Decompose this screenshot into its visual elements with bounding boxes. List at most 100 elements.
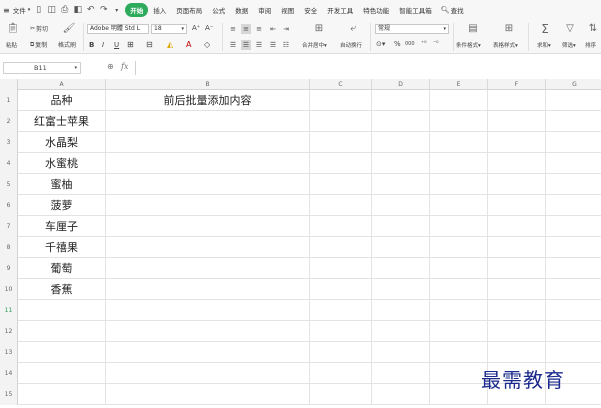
cell-g13[interactable]	[546, 342, 601, 363]
cell-g9[interactable]	[546, 258, 601, 279]
format-painter-icon[interactable]: 🖌︎	[62, 23, 76, 35]
percent-button[interactable]: %	[394, 40, 401, 48]
row-header[interactable]: 12	[0, 321, 18, 342]
cell-e5[interactable]	[430, 174, 488, 195]
border-icon[interactable]: ⊞	[127, 40, 134, 49]
cell-b6[interactable]	[106, 195, 310, 216]
align-middle-icon[interactable]: ≡	[241, 24, 251, 34]
align-top-icon[interactable]: ≡	[228, 24, 238, 34]
distributed-icon[interactable]: ☷	[281, 40, 291, 50]
print-icon[interactable]: ⎙	[58, 4, 71, 17]
thousands-button[interactable]: 000	[405, 41, 415, 47]
filter-button[interactable]: 筛选▾	[562, 41, 576, 49]
increase-indent-icon[interactable]: ⇥	[281, 24, 291, 34]
cell-a10[interactable]: 香蕉	[18, 279, 106, 300]
italic-button[interactable]: I	[102, 41, 104, 49]
cell-a14[interactable]	[18, 363, 106, 384]
currency-icon[interactable]: ⊙▾	[376, 40, 385, 48]
cell-c10[interactable]	[310, 279, 372, 300]
tab-0[interactable]: 开始	[125, 3, 149, 17]
row-header[interactable]: 14	[0, 363, 18, 384]
decrease-indent-icon[interactable]: ⇤	[268, 24, 278, 34]
cell-c4[interactable]	[310, 153, 372, 174]
cell-c13[interactable]	[310, 342, 372, 363]
cell-a1[interactable]: 品种	[18, 90, 106, 111]
font-color-icon[interactable]: A	[186, 40, 191, 49]
underline-button[interactable]: U	[114, 41, 119, 49]
row-header[interactable]: 8	[0, 237, 18, 258]
font-size-select[interactable]: 18 ▾	[151, 24, 187, 34]
search-box[interactable]: 🔍︎ 查找	[441, 5, 464, 15]
tab-7[interactable]: 安全	[299, 3, 322, 17]
cell-f8[interactable]	[488, 237, 546, 258]
merge-center-icon[interactable]: ⊞	[312, 23, 326, 35]
cell-d4[interactable]	[372, 153, 430, 174]
tab-1[interactable]: 插入	[148, 3, 171, 17]
bold-button[interactable]: B	[89, 41, 94, 49]
cell-e2[interactable]	[430, 111, 488, 132]
cell-f13[interactable]	[488, 342, 546, 363]
table-style-button[interactable]: 表格样式▾	[493, 41, 518, 49]
cell-b13[interactable]	[106, 342, 310, 363]
chevron-down-icon[interactable]: ▾	[110, 4, 123, 17]
cell-a4[interactable]: 水蜜桃	[18, 153, 106, 174]
cell-f9[interactable]	[488, 258, 546, 279]
cell-e3[interactable]	[430, 132, 488, 153]
cell-d3[interactable]	[372, 132, 430, 153]
cell-g11[interactable]	[546, 300, 601, 321]
number-format-select[interactable]: 常规 ▾	[375, 24, 449, 34]
cell-a9[interactable]: 葡萄	[18, 258, 106, 279]
align-center-icon[interactable]: ☰	[241, 40, 251, 50]
cell-b5[interactable]	[106, 174, 310, 195]
cell-b3[interactable]	[106, 132, 310, 153]
cell-f1[interactable]	[488, 90, 546, 111]
tab-2[interactable]: 页面布局	[171, 3, 207, 17]
cell-c5[interactable]	[310, 174, 372, 195]
row-header[interactable]: 11	[0, 300, 18, 321]
paste-label[interactable]: 粘贴	[6, 41, 17, 49]
cell-e11[interactable]	[430, 300, 488, 321]
cell-g7[interactable]	[546, 216, 601, 237]
tab-6[interactable]: 视图	[276, 3, 299, 17]
cell-a2[interactable]: 红富士苹果	[18, 111, 106, 132]
cell-f5[interactable]	[488, 174, 546, 195]
cell-g3[interactable]	[546, 132, 601, 153]
merge-center-button[interactable]: 合并居中▾	[302, 41, 327, 49]
conditional-format-icon[interactable]: ▤	[466, 23, 480, 35]
cell-d10[interactable]	[372, 279, 430, 300]
cell-c11[interactable]	[310, 300, 372, 321]
justify-icon[interactable]: ☰	[268, 40, 278, 50]
cell-f12[interactable]	[488, 321, 546, 342]
cell-d9[interactable]	[372, 258, 430, 279]
cell-g2[interactable]	[546, 111, 601, 132]
decrease-decimal-icon[interactable]: ⁻⁰	[433, 40, 439, 47]
cell-a15[interactable]	[18, 384, 106, 405]
cell-e1[interactable]	[430, 90, 488, 111]
row-header[interactable]: 5	[0, 174, 18, 195]
shrink-font-button[interactable]: A⁻	[205, 24, 213, 32]
copy-button[interactable]: ⧉ 复制	[30, 40, 47, 50]
cell-d8[interactable]	[372, 237, 430, 258]
cell-b14[interactable]	[106, 363, 310, 384]
hamburger-menu-icon[interactable]: ≡	[3, 0, 10, 20]
cell-b10[interactable]	[106, 279, 310, 300]
wrap-text-icon[interactable]: ⤶	[346, 23, 360, 35]
row-header[interactable]: 10	[0, 279, 18, 300]
cell-b2[interactable]	[106, 111, 310, 132]
wrap-text-button[interactable]: 自动换行	[340, 41, 362, 49]
tab-5[interactable]: 审阅	[253, 3, 276, 17]
tab-9[interactable]: 特色功能	[358, 3, 394, 17]
cell-f6[interactable]	[488, 195, 546, 216]
cell-g5[interactable]	[546, 174, 601, 195]
column-header-d[interactable]: D	[372, 79, 430, 90]
paste-icon[interactable]: 📋︎	[6, 23, 20, 35]
cell-c3[interactable]	[310, 132, 372, 153]
sum-button[interactable]: 求和▾	[537, 41, 551, 49]
file-menu[interactable]: 文件 ▾	[13, 0, 31, 20]
cell-d11[interactable]	[372, 300, 430, 321]
cell-b8[interactable]	[106, 237, 310, 258]
row-header[interactable]: 7	[0, 216, 18, 237]
align-bottom-icon[interactable]: ≡	[254, 24, 264, 34]
column-header-b[interactable]: B	[106, 79, 310, 90]
cell-d15[interactable]	[372, 384, 430, 405]
